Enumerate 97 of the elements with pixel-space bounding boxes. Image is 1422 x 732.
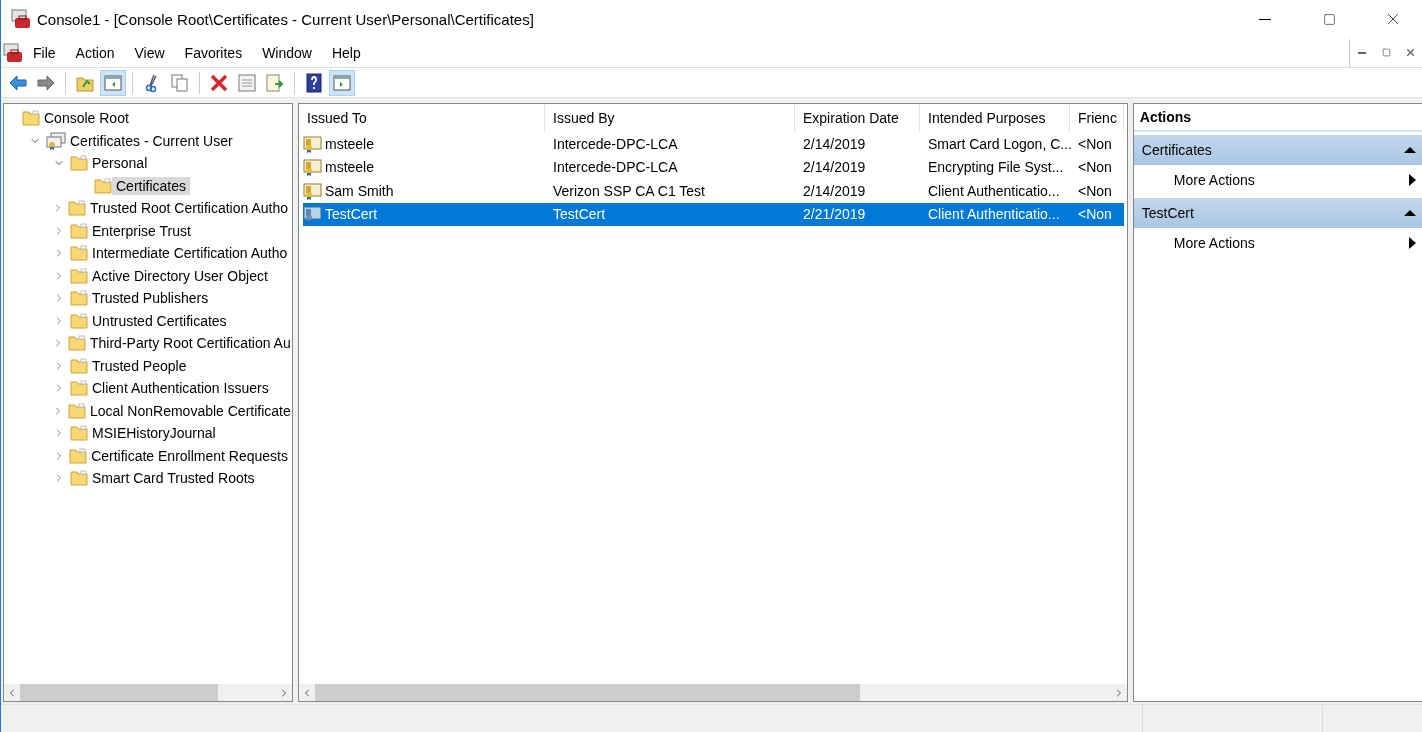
folder-icon [69,447,88,464]
table-cell: Client Authenticatio... [928,206,1060,223]
table-cell: 2/14/2019 [803,182,866,199]
action-section-header[interactable]: Certificates [1133,135,1422,165]
table-cell: Sam Smith [325,182,394,199]
folder-icon [68,335,86,352]
tree-item[interactable]: Trusted People [88,356,191,375]
properties-icon [237,72,257,93]
certificate-store-icon [46,131,66,150]
table-cell: Client Authenticatio... [928,182,1060,199]
tree-item[interactable]: Active Directory User Object [88,266,272,285]
folder-icon [70,222,88,239]
tree-item[interactable]: Local NonRemovable Certificate [86,401,292,420]
restore-icon [1381,48,1391,57]
tree-item[interactable]: Intermediate Certification Autho [88,244,292,263]
table-cell: Intercede-DPC-LCA [553,135,678,152]
delete-icon [209,72,229,93]
folder-icon [70,155,88,172]
table-cell: msteele [325,135,375,152]
folder-icon [70,425,88,442]
tree-item[interactable]: Third-Party Root Certification Au [86,334,292,353]
column-header[interactable]: Issued To [299,104,545,132]
help-icon [304,72,324,93]
folder-icon [70,267,88,284]
certificate-icon [303,158,323,177]
console-app-icon [3,42,23,63]
certificate-icon [303,134,323,153]
table-cell: Encrypting File Syst... [928,159,1064,176]
collapse-triangle-icon [1404,146,1416,154]
tree-item[interactable]: Certificate Enrollment Requests [87,446,292,465]
tree-item[interactable]: Certificates - Current User [66,131,237,150]
table-cell: 2/21/2019 [803,206,866,223]
tree-item[interactable]: Trusted Root Certification Autho [86,199,292,218]
folder-icon [70,290,88,307]
table-cell: <Non [1078,206,1112,223]
table-row[interactable]: TestCert TestCert 2/21/2019 Client Authenticatio... <Non [299,202,1127,226]
table-row[interactable]: msteele Intercede-DPC-LCA 2/14/2019 Encrypting File Syst... <Non [299,155,1127,179]
tree-item[interactable]: Console Root [40,109,133,128]
submenu-arrow-icon [1409,174,1416,186]
tree-item[interactable]: Personal [88,154,152,173]
table-cell: Intercede-DPC-LCA [553,159,678,176]
menu-item[interactable]: Action [65,40,125,65]
column-header[interactable]: Intended Purposes [920,104,1070,132]
table-cell: <Non [1078,182,1112,199]
table-row[interactable]: msteele Intercede-DPC-LCA 2/14/2019 Smart Card Logon, C... <Non [299,132,1127,156]
folder-icon [70,380,88,397]
actions-title: Actions [1133,104,1422,132]
collapse-triangle-icon [1404,209,1416,217]
tree-item[interactable]: Certificates [112,176,191,195]
tree-item[interactable]: Client Authentication Issuers [88,379,273,398]
show-action-pane-icon [332,72,352,93]
table-cell: Smart Card Logon, C... [928,135,1072,152]
tree-item[interactable]: Untrusted Certificates [88,311,231,330]
maximize-icon [1322,12,1336,26]
tree-item[interactable]: Smart Card Trusted Roots [88,469,259,488]
minimize-icon [1259,18,1271,20]
tree-item[interactable]: MSIEHistoryJournal [88,424,220,443]
certificate-icon [303,205,323,224]
table-cell: msteele [325,159,375,176]
export-list-icon [265,72,285,93]
folder-icon [68,402,86,419]
column-header[interactable]: Issued By [545,104,795,132]
close-icon [1404,47,1416,58]
folder-icon [70,245,88,262]
folder-icon [70,312,88,329]
tree-item[interactable]: Enterprise Trust [88,221,195,240]
menu-item[interactable]: View [124,40,175,65]
menu-item[interactable]: Favorites [174,40,253,65]
horizontal-scrollbar[interactable] [4,684,292,701]
table-cell: <Non [1078,159,1112,176]
folder-icon [70,470,88,487]
folder-icon [22,110,40,127]
certificate-icon [303,181,323,200]
table-cell: TestCert [553,206,606,223]
copy-icon [170,72,190,93]
table-cell: 2/14/2019 [803,159,866,176]
show-tree-icon [103,72,123,93]
minimize-icon [1358,51,1366,54]
table-cell: TestCert [325,206,378,223]
submenu-arrow-icon [1409,237,1416,249]
folder-icon [68,200,87,217]
column-header[interactable]: Frienc [1070,104,1124,132]
horizontal-scrollbar[interactable] [299,684,1127,701]
table-cell: 2/14/2019 [803,135,866,152]
column-header[interactable]: Expiration Date [795,104,920,132]
console-app-icon [11,9,31,29]
table-cell: <Non [1078,135,1112,152]
tree-item[interactable]: Trusted Publishers [88,289,213,308]
folder-icon [94,177,112,194]
menu-item[interactable]: Help [321,40,371,65]
menu-item[interactable]: Window [252,40,322,65]
action-section-header[interactable]: TestCert [1133,198,1422,228]
menu-item[interactable]: File [23,40,66,65]
table-cell: Verizon SSP CA C1 Test [553,182,705,199]
table-row[interactable]: Sam Smith Verizon SSP CA C1 Test 2/14/2019 Client Authenticatio... <Non [299,179,1127,203]
folder-icon [70,357,88,374]
window-title: Console1 - [Console Root\Certificates - Current User\Personal\Certificates] [37,10,535,28]
